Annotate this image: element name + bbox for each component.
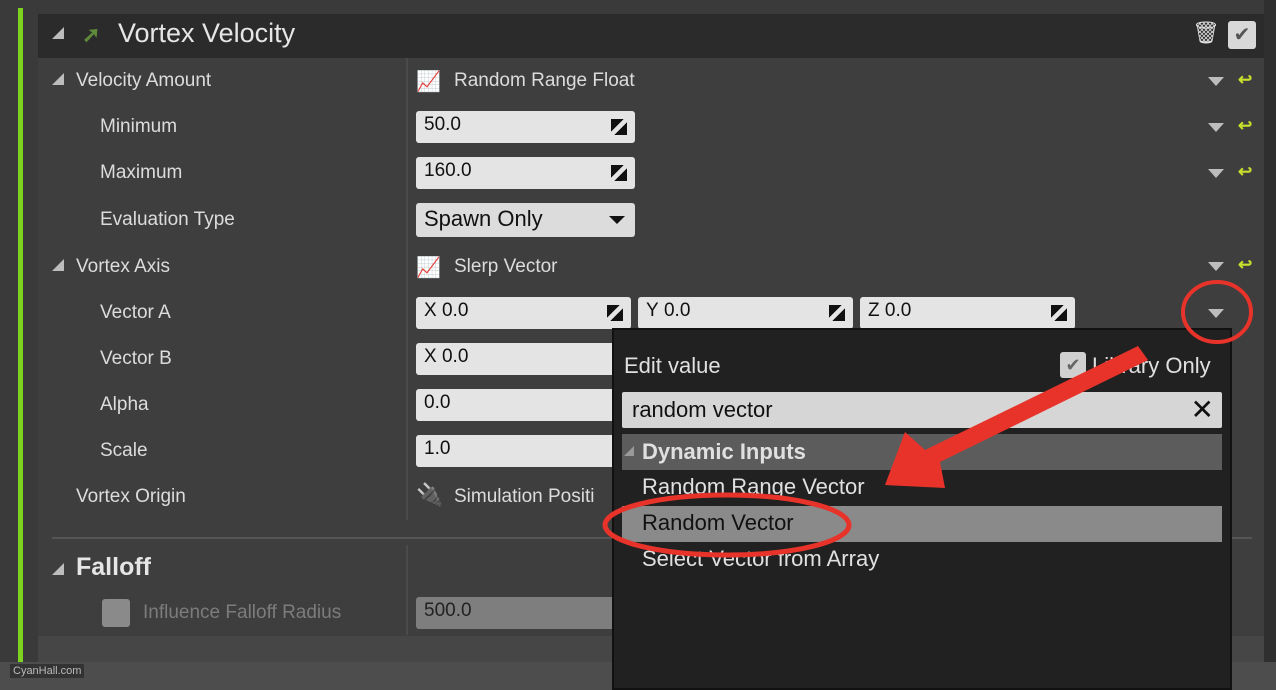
annotation-overlay (602, 280, 1253, 558)
annotation-circle (1181, 280, 1253, 344)
annotation-arrow (885, 346, 1148, 488)
watermark: CyanHall.com (10, 664, 85, 678)
annotation-ellipse (602, 492, 852, 558)
